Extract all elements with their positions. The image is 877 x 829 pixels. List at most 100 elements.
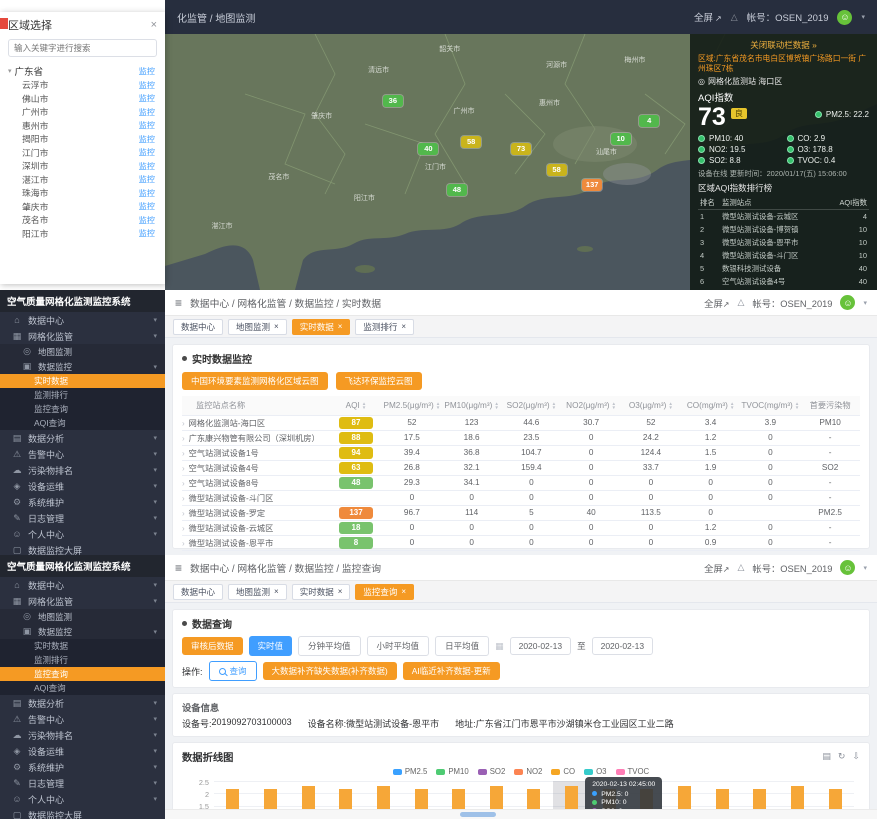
- aqi-map-marker[interactable]: 73: [511, 143, 531, 155]
- tab-数据中心[interactable]: 数据中心: [173, 584, 223, 600]
- tree-node-province[interactable]: ▾ 广东省 监控: [8, 63, 157, 78]
- monitor-link[interactable]: 监控: [139, 214, 155, 226]
- monitor-link[interactable]: 监控: [139, 119, 155, 131]
- monitor-link[interactable]: 监控: [139, 160, 155, 172]
- chevron-down-icon[interactable]: ▾: [8, 67, 12, 75]
- table-row[interactable]: ›微型站测试设备-罗定13796.7114540113.50PM2.5: [182, 505, 860, 520]
- monitor-link[interactable]: 监控: [139, 173, 155, 185]
- sidebar-item-地图监测[interactable]: ◎地图监测: [0, 344, 165, 359]
- legend-item-NO2[interactable]: NO2: [514, 767, 542, 776]
- legend-item-TVOC[interactable]: TVOC: [616, 767, 650, 776]
- legend-item-CO[interactable]: CO: [551, 767, 575, 776]
- sidebar-item-网格化监管[interactable]: ▦网格化监管▾: [0, 593, 165, 609]
- table-row[interactable]: ›空气站测试设备8号4829.334.100000-: [182, 475, 860, 490]
- rank-row[interactable]: 2微型站测试设备-博贺镇10: [698, 223, 869, 236]
- expand-caret-icon[interactable]: ›: [182, 449, 185, 458]
- close-icon[interactable]: ×: [274, 587, 279, 596]
- granularity-小时平均值[interactable]: 小时平均值: [367, 636, 430, 656]
- granularity-分钟平均值[interactable]: 分钟平均值: [298, 636, 361, 656]
- tab-数据中心[interactable]: 数据中心: [173, 319, 223, 335]
- sidebar-item-网格化监管[interactable]: ▦网格化监管▾: [0, 328, 165, 344]
- table-row[interactable]: ›空气站测试设备4号6326.832.1159.4033.71.90SO2: [182, 460, 860, 475]
- sort-icon[interactable]: ▲▼: [362, 402, 367, 410]
- sidebar-item-数据监控[interactable]: ▣数据监控▾: [0, 624, 165, 639]
- aqi-map-marker[interactable]: 10: [611, 133, 631, 145]
- region-city-item[interactable]: 珠海市监控: [8, 186, 157, 200]
- date-from-input[interactable]: 2020-02-13: [510, 637, 571, 655]
- chevron-down-icon[interactable]: ▾: [863, 564, 867, 572]
- region-city-item[interactable]: 云浮市监控: [8, 78, 157, 92]
- sidebar-item-数据分析[interactable]: ▤数据分析▾: [0, 695, 165, 711]
- monitor-link[interactable]: 监控: [139, 146, 155, 158]
- sidebar-item-地图监测[interactable]: ◎地图监测: [0, 609, 165, 624]
- region-city-item[interactable]: 茂名市监控: [8, 213, 157, 227]
- region-city-item[interactable]: 广州市监控: [8, 105, 157, 119]
- monitor-link[interactable]: 监控: [139, 200, 155, 212]
- monitor-link[interactable]: 监控: [139, 79, 155, 91]
- notification-icon[interactable]: △: [731, 12, 738, 23]
- menu-toggle-icon[interactable]: ≡: [175, 561, 182, 575]
- rank-row[interactable]: 6空气站测试设备4号40: [698, 275, 869, 288]
- granularity-日平均值[interactable]: 日平均值: [435, 636, 489, 656]
- expand-caret-icon[interactable]: ›: [182, 434, 185, 443]
- avatar[interactable]: ☺: [837, 10, 852, 25]
- tab-监控查询[interactable]: 监控查询×: [355, 584, 414, 600]
- expand-caret-icon[interactable]: ›: [182, 419, 185, 428]
- region-city-item[interactable]: 深圳市监控: [8, 159, 157, 173]
- region-city-item[interactable]: 佛山市监控: [8, 92, 157, 106]
- notification-icon[interactable]: △: [737, 562, 744, 573]
- expand-caret-icon[interactable]: ›: [182, 509, 185, 518]
- rank-row[interactable]: 3微型站测试设备-恩平市10: [698, 236, 869, 249]
- legend-item-PM2.5[interactable]: PM2.5: [393, 767, 428, 776]
- sidebar-item-AQI查询[interactable]: AQI查询: [0, 681, 165, 695]
- sidebar-item-数据监控大屏[interactable]: ▢数据监控大屏: [0, 807, 165, 819]
- close-icon[interactable]: ×: [151, 19, 157, 31]
- expand-caret-icon[interactable]: ›: [182, 494, 185, 503]
- sidebar-item-数据监控[interactable]: ▣数据监控▾: [0, 359, 165, 374]
- date-to-input[interactable]: 2020-02-13: [592, 637, 653, 655]
- audited-data-button[interactable]: 审核后数据: [182, 637, 243, 655]
- sort-icon[interactable]: ▲▼: [552, 402, 557, 410]
- sidebar-item-数据分析[interactable]: ▤数据分析▾: [0, 430, 165, 446]
- sidebar-item-个人中心[interactable]: ☺个人中心▾: [0, 791, 165, 807]
- legend-item-PM10[interactable]: PM10: [436, 767, 468, 776]
- sidebar-item-污染物排名[interactable]: ☁污染物排名▾: [0, 727, 165, 743]
- sidebar-item-数据监控大屏[interactable]: ▢数据监控大屏: [0, 542, 165, 555]
- expand-caret-icon[interactable]: ›: [182, 539, 185, 548]
- aqi-map-marker[interactable]: 48: [447, 184, 467, 196]
- aqi-map-marker[interactable]: 137: [582, 179, 602, 191]
- aqi-map-marker[interactable]: 40: [418, 143, 438, 155]
- cloud-map-button-1[interactable]: 中国环境要素监测网格化区域云图: [182, 372, 328, 390]
- table-row[interactable]: ›空气站测试设备1号9439.436.8104.70124.41.50-: [182, 445, 860, 460]
- sidebar-item-监测排行[interactable]: 监测排行: [0, 653, 165, 667]
- search-button[interactable]: 查询: [209, 661, 257, 681]
- sort-icon[interactable]: ▲▼: [795, 402, 800, 410]
- monitor-link[interactable]: 监控: [139, 92, 155, 104]
- sidebar-item-告警中心[interactable]: ⚠告警中心▾: [0, 446, 165, 462]
- ai-fill-button[interactable]: AI临近补齐数据-更新: [403, 662, 500, 680]
- table-row[interactable]: ›微型站测试设备-云城区18000001.20-: [182, 520, 860, 535]
- sort-icon[interactable]: ▲▼: [436, 402, 441, 410]
- sidebar-item-日志管理[interactable]: ✎日志管理▾: [0, 775, 165, 791]
- sort-icon[interactable]: ▲▼: [730, 402, 735, 410]
- rank-row[interactable]: 5数银科技测试设备40: [698, 262, 869, 275]
- expand-caret-icon[interactable]: ›: [182, 524, 185, 533]
- aqi-map-marker[interactable]: 36: [383, 95, 403, 107]
- menu-toggle-icon[interactable]: ≡: [175, 296, 182, 310]
- sort-icon[interactable]: ▲▼: [612, 402, 617, 410]
- monitor-link[interactable]: 监控: [139, 65, 155, 77]
- monitor-link[interactable]: 监控: [139, 106, 155, 118]
- monitor-link[interactable]: 监控: [139, 227, 155, 239]
- region-city-item[interactable]: 江门市监控: [8, 146, 157, 160]
- fullscreen-button[interactable]: 全屏↗: [704, 296, 729, 310]
- tab-地图监测[interactable]: 地图监测×: [228, 584, 287, 600]
- avatar[interactable]: ☺: [840, 295, 855, 310]
- table-row[interactable]: ›微型站测试设备-恩平市8000000.90-: [182, 535, 860, 550]
- legend-item-O3[interactable]: O3: [584, 767, 606, 776]
- rank-row[interactable]: 1微型站测试设备-云城区4: [698, 210, 869, 224]
- avatar[interactable]: ☺: [840, 560, 855, 575]
- region-city-item[interactable]: 湛江市监控: [8, 173, 157, 187]
- sidebar-item-个人中心[interactable]: ☺个人中心▾: [0, 526, 165, 542]
- sidebar-item-告警中心[interactable]: ⚠告警中心▾: [0, 711, 165, 727]
- region-city-item[interactable]: 揭阳市监控: [8, 132, 157, 146]
